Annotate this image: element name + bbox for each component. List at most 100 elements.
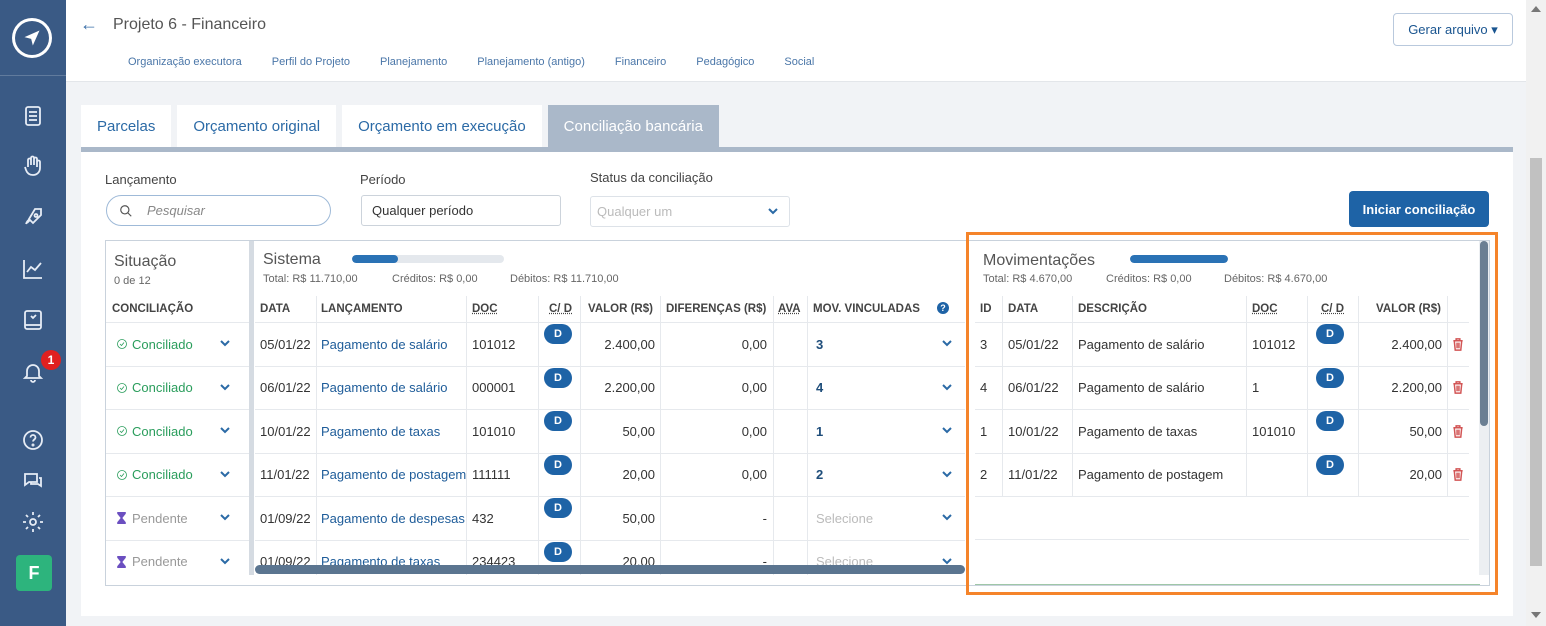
movimentacoes-highlight [966, 232, 1498, 595]
rocket-icon[interactable] [19, 203, 47, 231]
row-valor: 2.200,00 [604, 380, 655, 395]
chevron-down-icon[interactable] [941, 507, 953, 527]
chat-icon[interactable] [19, 467, 47, 495]
row-divider [106, 496, 249, 497]
periodo-select[interactable]: Qualquer período [361, 195, 561, 226]
document-icon[interactable] [19, 102, 47, 130]
iniciar-conciliacao-button[interactable]: Iniciar conciliação [1349, 191, 1489, 227]
column-separator [580, 296, 581, 575]
project-subnav: Organização executora Perfil do Projeto … [128, 56, 814, 68]
status-value: Qualquer um [597, 204, 673, 219]
chart-line-icon[interactable] [19, 255, 47, 283]
col-ava[interactable]: AVA [778, 296, 801, 322]
chevron-down-icon[interactable] [941, 464, 953, 484]
debit-badge: D [544, 541, 572, 562]
status-label: Conciliado [132, 467, 193, 482]
scroll-up-icon[interactable] [1531, 6, 1541, 12]
subnav-organizacao[interactable]: Organização executora [128, 56, 242, 68]
sistema-debitos: Débitos: R$ 11.710,00 [510, 273, 619, 285]
help-icon[interactable] [19, 426, 47, 454]
search-input[interactable]: Pesquisar [106, 195, 331, 226]
row-lancamento-link[interactable]: Pagamento de salário [321, 334, 447, 354]
subnav-perfil[interactable]: Perfil do Projeto [272, 56, 350, 68]
column-separator [466, 296, 467, 575]
chevron-down-icon[interactable] [219, 551, 231, 571]
subnav-social[interactable]: Social [784, 56, 814, 68]
col-mov-vinculadas[interactable]: MOV. VINCULADAS [813, 296, 920, 322]
column-separator [660, 296, 661, 575]
subnav-planejamento[interactable]: Planejamento [380, 56, 447, 68]
chevron-down-icon[interactable] [941, 333, 953, 353]
sistema-creditos: Créditos: R$ 0,00 [392, 273, 478, 285]
row-lancamento-link[interactable]: Pagamento de taxas [321, 421, 440, 441]
sistema-total: Total: R$ 11.710,00 [263, 273, 358, 285]
row-diferenca: 0,00 [741, 467, 767, 482]
chevron-down-icon[interactable] [219, 377, 231, 397]
col-data[interactable]: DATA [260, 296, 290, 322]
scroll-down-icon[interactable] [1531, 612, 1541, 618]
subnav-planejamento-antigo[interactable]: Planejamento (antigo) [477, 56, 585, 68]
col-conciliacao[interactable]: CONCILIAÇÃO [112, 296, 193, 322]
section-divider [249, 241, 254, 575]
book-icon[interactable] [19, 306, 47, 334]
gerar-arquivo-button[interactable]: Gerar arquivo ▾ [1393, 13, 1513, 46]
horizontal-scrollbar[interactable] [255, 565, 965, 574]
lancamento-label: Lançamento [105, 172, 177, 187]
tab-conciliacao-bancaria[interactable]: Conciliação bancária [547, 105, 719, 147]
row-lancamento-link[interactable]: Pagamento de despesas [321, 508, 465, 528]
status-label: Conciliado [132, 336, 193, 352]
col-cd[interactable]: C/ D [549, 296, 572, 322]
sistema-title: Sistema [263, 251, 321, 268]
page-scrollbar[interactable] [1526, 0, 1546, 626]
chevron-down-icon[interactable] [941, 420, 953, 440]
status-label: Conciliado [132, 380, 193, 395]
row-divider [255, 539, 965, 541]
paper-plane-icon [24, 30, 40, 46]
row-data: 05/01/22 [260, 336, 311, 352]
app-logo[interactable] [12, 18, 52, 58]
row-diferenca: - [762, 510, 767, 526]
col-doc[interactable]: DOC [472, 296, 498, 322]
row-divider [255, 496, 965, 497]
hourglass-icon [116, 552, 127, 572]
header-line [255, 322, 965, 323]
tab-orcamento-execucao[interactable]: Orçamento em execução [342, 105, 542, 147]
row-lancamento-link[interactable]: Pagamento de salário [321, 378, 447, 398]
help-circle-icon[interactable]: ? [937, 302, 949, 314]
situacao-count: 0 de 12 [114, 275, 151, 287]
chevron-down-icon[interactable] [219, 464, 231, 484]
chevron-down-icon[interactable] [219, 333, 231, 353]
check-circle-icon [116, 378, 128, 398]
chevron-down-icon[interactable] [219, 507, 231, 527]
row-data: 11/01/22 [260, 467, 310, 482]
row-data: 10/01/22 [260, 423, 311, 439]
back-arrow-icon[interactable]: ← [80, 14, 98, 35]
row-lancamento-link[interactable]: Pagamento de postagem [321, 465, 466, 485]
hand-heart-icon[interactable] [19, 152, 47, 180]
sidebar: 1 F [0, 0, 66, 626]
row-divider [106, 539, 249, 541]
chevron-down-icon[interactable] [941, 377, 953, 397]
row-divider [255, 409, 965, 410]
row-valor: 20,00 [622, 467, 655, 482]
tab-orcamento-original[interactable]: Orçamento original [177, 105, 337, 147]
col-lancamento[interactable]: LANÇAMENTO [321, 296, 403, 322]
chevron-down-icon[interactable] [219, 420, 231, 440]
row-mov-vinculadas[interactable]: Selecione [816, 508, 873, 528]
row-doc: 101010 [472, 423, 516, 439]
hourglass-icon [116, 508, 127, 528]
check-circle-icon [116, 334, 128, 354]
col-valor[interactable]: VALOR (R$) [588, 296, 653, 322]
subnav-financeiro[interactable]: Financeiro [615, 56, 666, 68]
status-label: Status da conciliação [590, 170, 713, 185]
gear-icon[interactable] [19, 508, 47, 536]
scrollbar-thumb[interactable] [1530, 158, 1542, 566]
col-diferencas[interactable]: DIFERENÇAS (R$) [666, 296, 766, 322]
tab-parcelas[interactable]: Parcelas [81, 105, 172, 147]
user-avatar[interactable]: F [16, 555, 52, 591]
header-line [106, 322, 249, 323]
subnav-pedagogico[interactable]: Pedagógico [696, 56, 754, 68]
status-label: Pendente [132, 554, 188, 569]
check-circle-icon [116, 465, 128, 485]
status-select[interactable]: Qualquer um [590, 196, 790, 227]
